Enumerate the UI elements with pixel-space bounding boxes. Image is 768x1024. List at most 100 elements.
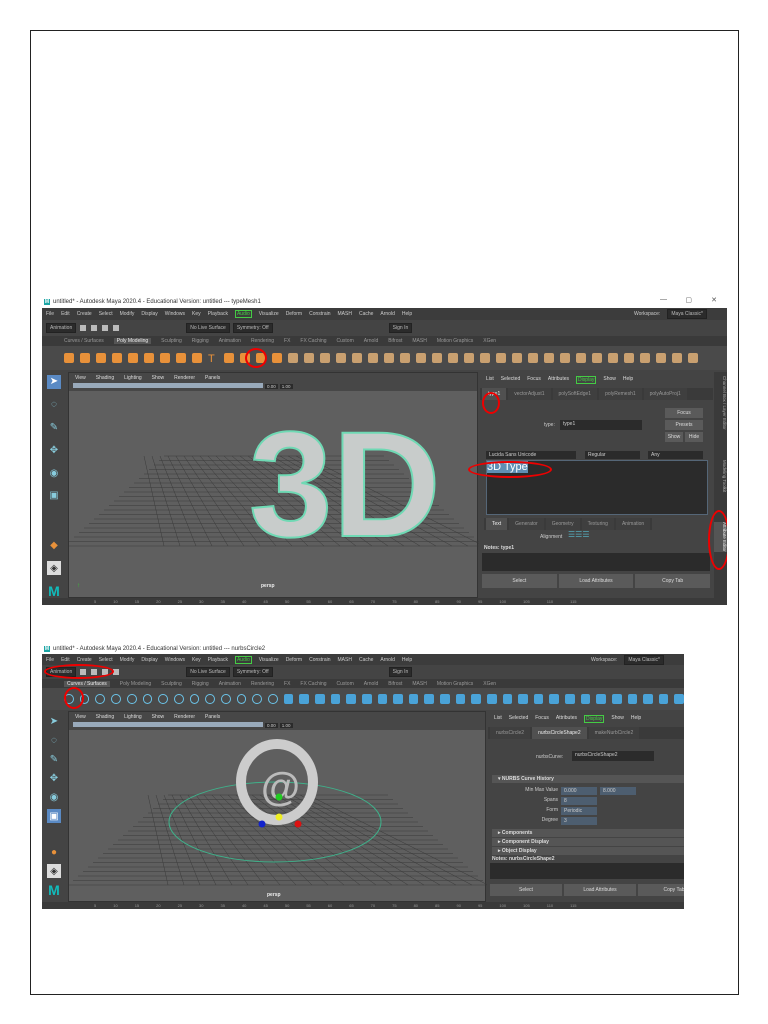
- curve-shelf-icon[interactable]: [158, 694, 168, 704]
- viewport-tool-icon[interactable]: [258, 722, 263, 727]
- viewport-menu-show[interactable]: Show: [152, 375, 165, 381]
- layout-icon[interactable]: ◈: [47, 864, 61, 878]
- shelf-tab-curves-surfaces[interactable]: Curves / Surfaces: [64, 680, 110, 687]
- shelf-tab-curves-surfaces[interactable]: Curves / Surfaces: [64, 338, 104, 344]
- ae-menu-help[interactable]: Help: [623, 376, 633, 384]
- poly-shelf-icon[interactable]: [224, 353, 234, 363]
- maximize-icon[interactable]: ▢: [685, 296, 692, 304]
- channel-box-tab[interactable]: Channel Box / Layer Editor: [714, 376, 727, 430]
- ae-tab[interactable]: polyAutoProj1: [643, 388, 687, 400]
- curve-shelf-icon[interactable]: [471, 694, 481, 704]
- lasso-tool-icon[interactable]: ◌: [47, 398, 61, 412]
- nurbs-curve-history-section[interactable]: ▾ NURBS Curve History: [492, 775, 684, 783]
- menu-display[interactable]: Display: [141, 657, 157, 663]
- time-slider[interactable]: 5 10 15 20 25 30 35 40 45 50 55 60 65 70 75 80 85 90 95 100…: [42, 598, 727, 605]
- poly-shelf-icon[interactable]: [624, 353, 634, 363]
- poly-shelf-icon[interactable]: [80, 353, 90, 363]
- curve-shelf-icon[interactable]: [408, 694, 419, 704]
- poly-shelf-icon[interactable]: [192, 353, 202, 363]
- curve-shelf-icon[interactable]: [252, 694, 263, 704]
- curve-shelf-icon[interactable]: [111, 694, 121, 704]
- curve-shelf-icon[interactable]: [611, 694, 622, 704]
- curve-shelf-icon[interactable]: [455, 694, 466, 704]
- viewport-menu-view[interactable]: View: [75, 714, 86, 720]
- curve-shelf-icon[interactable]: [674, 694, 684, 704]
- menu-create[interactable]: Create: [77, 311, 92, 317]
- ae-menu-show[interactable]: Show: [611, 715, 624, 723]
- menu-arnold[interactable]: Arnold: [380, 657, 394, 663]
- select-button[interactable]: Select: [482, 574, 557, 588]
- curve-shelf-icon[interactable]: [518, 694, 528, 704]
- ae-tab[interactable]: Animation: [615, 518, 651, 530]
- menu-modify[interactable]: Modify: [120, 657, 135, 663]
- ae-menu-display[interactable]: Display: [584, 715, 605, 723]
- ae-tab[interactable]: vectorAdjust1: [508, 388, 551, 400]
- ae-tab[interactable]: polyRemesh1: [599, 388, 642, 400]
- curve-shelf-icon[interactable]: [142, 694, 153, 704]
- style-dropdown[interactable]: Regular: [585, 451, 640, 459]
- poly-shelf-icon[interactable]: [672, 353, 682, 363]
- curve-shelf-icon[interactable]: [502, 694, 513, 704]
- poly-shelf-icon[interactable]: [592, 353, 602, 363]
- sign-in-button[interactable]: Sign In: [388, 667, 413, 677]
- poly-shelf-icon[interactable]: [160, 353, 170, 363]
- poly-shelf-icon[interactable]: [128, 353, 138, 363]
- layout-icon[interactable]: ◈: [47, 561, 61, 575]
- rotate-tool-icon[interactable]: ◉: [47, 790, 61, 804]
- poly-shelf-icon[interactable]: [144, 353, 154, 363]
- menu-constrain[interactable]: Constrain: [309, 311, 330, 317]
- menu-playback[interactable]: Playback: [208, 657, 228, 663]
- move-tool-icon[interactable]: ✥: [47, 771, 61, 785]
- poly-shelf-icon[interactable]: [288, 353, 298, 363]
- poly-shelf-icon[interactable]: [448, 353, 458, 363]
- ae-tab[interactable]: polySoftEdge1: [552, 388, 598, 400]
- viewport-menu-show[interactable]: Show: [152, 714, 165, 720]
- at-sign-model[interactable]: @: [261, 765, 300, 809]
- menu-select[interactable]: Select: [99, 657, 113, 663]
- notes-field[interactable]: [482, 553, 710, 571]
- curve-shelf-icon[interactable]: [596, 694, 606, 704]
- viewport-menu-renderer[interactable]: Renderer: [174, 714, 195, 720]
- lasso-tool-icon[interactable]: ◌: [47, 733, 61, 747]
- notes-field[interactable]: [490, 863, 684, 879]
- curve-shelf-icon[interactable]: [533, 694, 544, 704]
- shelf-tab-custom[interactable]: Custom: [337, 681, 354, 687]
- row-value[interactable]: 8: [561, 797, 597, 805]
- curve-shelf-icon[interactable]: [268, 694, 278, 704]
- curve-shelf-icon[interactable]: [361, 694, 372, 704]
- viewport-menu-shading[interactable]: Shading: [96, 714, 114, 720]
- shelf-tab-fx[interactable]: FX: [284, 681, 290, 687]
- copy-tab-button[interactable]: Copy Tab: [635, 574, 711, 588]
- select-tool-icon[interactable]: ➤: [47, 714, 61, 728]
- shelf-tab-rigging[interactable]: Rigging: [192, 338, 209, 344]
- ae-menu-selected[interactable]: Selected: [509, 715, 528, 723]
- poly-shelf-icon[interactable]: [416, 353, 426, 363]
- center-handle[interactable]: [275, 813, 283, 821]
- presets-button[interactable]: Presets: [665, 420, 703, 430]
- 3d-text-model[interactable]: 3D: [248, 399, 442, 569]
- viewport-menu-shading[interactable]: Shading: [96, 375, 114, 381]
- scale-tool-icon[interactable]: ▣: [47, 489, 61, 503]
- menu-modify[interactable]: Modify: [120, 311, 135, 317]
- copy-tab-button[interactable]: Copy Tab: [638, 884, 684, 896]
- minimize-icon[interactable]: —: [660, 296, 667, 303]
- curve-shelf-icon[interactable]: [126, 694, 137, 704]
- row-value[interactable]: Periodic: [561, 807, 597, 815]
- ae-menu-selected[interactable]: Selected: [501, 376, 520, 384]
- shelf-tab-motion-graphics[interactable]: Motion Graphics: [437, 681, 473, 687]
- shelf-tab-rendering[interactable]: Rendering: [251, 338, 274, 344]
- gamma-field[interactable]: 1.00: [279, 723, 293, 728]
- menu-select[interactable]: Select: [99, 311, 113, 317]
- live-surface-dropdown[interactable]: No Live Surface: [186, 667, 230, 677]
- shelf-tab-arnold[interactable]: Arnold: [364, 681, 378, 687]
- poly-shelf-icon[interactable]: [336, 353, 346, 363]
- curve-shelf-icon[interactable]: [330, 694, 341, 704]
- exposure-field[interactable]: 0.00: [265, 723, 278, 728]
- poly-shelf-icon[interactable]: [640, 353, 650, 363]
- symmetry-dropdown[interactable]: Symmetry: Off: [232, 667, 273, 677]
- poly-shelf-icon[interactable]: [688, 353, 698, 363]
- menu-help[interactable]: Help: [402, 657, 412, 663]
- row-value-max[interactable]: 8.000: [600, 787, 636, 795]
- ae-tab[interactable]: Geometry: [545, 518, 580, 530]
- menu-playback[interactable]: Playback: [208, 311, 228, 317]
